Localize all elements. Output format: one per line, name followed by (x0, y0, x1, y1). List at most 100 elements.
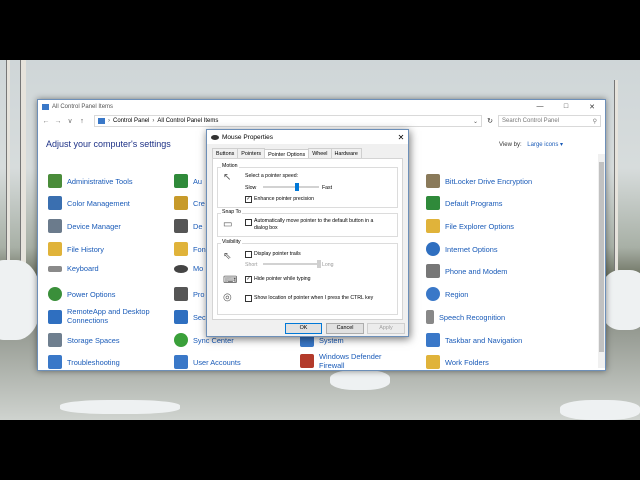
pointer-trails-label: Display pointer trails (254, 251, 301, 257)
pointer-speed-slider-thumb[interactable] (294, 183, 299, 191)
user-accounts-icon (174, 355, 188, 369)
item-devices[interactable]: De (174, 219, 202, 233)
pointer-trails-icon: ⇖ (223, 251, 232, 262)
search-placeholder: Search Control Panel (502, 118, 560, 124)
item-region[interactable]: Region (426, 287, 468, 301)
item-label: Sec (193, 312, 206, 322)
pointer-speed-label: Select a pointer speed: (245, 173, 299, 179)
item-troubleshooting[interactable]: Troubleshooting (48, 355, 120, 369)
region-icon (426, 287, 440, 301)
show-location-checkbox[interactable] (245, 295, 252, 302)
file-explorer-options-icon (426, 219, 440, 233)
item-label: Region (445, 289, 469, 299)
scrollbar-thumb[interactable] (599, 162, 604, 352)
item-administrative-tools[interactable]: Administrative Tools (48, 174, 133, 188)
snap-to-icon: ▭ (223, 219, 233, 230)
forward-button[interactable]: → (54, 118, 62, 125)
item-color-management[interactable]: Color Management (48, 196, 130, 210)
item-label: Windows Defender (319, 352, 382, 361)
address-bar-row: ← → ∨ ↑ › Control Panel › All Control Pa… (38, 114, 605, 128)
view-by-dropdown[interactable]: Large icons ▾ (527, 142, 563, 148)
item-label-wrap: Windows Defender Firewall (319, 352, 381, 370)
item-label: De (193, 221, 203, 231)
item-speech-recognition[interactable]: Speech Recognition (426, 310, 505, 324)
ok-button[interactable]: OK (285, 323, 322, 334)
item-remoteapp[interactable]: RemoteApp and Desktop Connections (48, 307, 150, 325)
item-autoplay[interactable]: Au (174, 174, 202, 188)
item-default-programs[interactable]: Default Programs (426, 196, 503, 210)
work-folders-icon (426, 355, 440, 369)
item-internet-options[interactable]: Internet Options (426, 242, 498, 256)
item-security[interactable]: Sec (174, 310, 206, 324)
breadcrumb-control-panel[interactable]: Control Panel (113, 118, 149, 124)
item-fonts[interactable]: Fon (174, 242, 206, 256)
search-input[interactable]: Search Control Panel ⚲ (498, 115, 601, 127)
hide-pointer-label: Hide pointer while typing (254, 276, 311, 282)
snow-patch (600, 270, 640, 330)
item-file-history[interactable]: File History (48, 242, 104, 256)
view-by: View by: Large icons ▾ (499, 141, 563, 148)
item-label: Keyboard (67, 264, 99, 273)
maximize-button[interactable]: □ (553, 103, 579, 111)
long-label: Long (322, 262, 334, 268)
item-storage-spaces[interactable]: Storage Spaces (48, 333, 120, 347)
dialog-title-bar: Mouse Properties ✕ (207, 130, 408, 144)
dialog-title: Mouse Properties (222, 133, 273, 141)
hide-pointer-icon: ⌨ (223, 275, 238, 286)
vertical-scrollbar[interactable] (598, 154, 605, 368)
minimize-button[interactable]: — (527, 103, 553, 111)
pointer-speed-slider[interactable] (263, 186, 319, 188)
item-label: File Explorer Options (445, 221, 515, 231)
view-by-label: View by: (499, 142, 522, 148)
enhance-precision-checkbox[interactable]: ✓ (245, 196, 252, 203)
snap-to-label: Automatically move pointer to the defaul… (254, 218, 374, 224)
snap-to-checkbox[interactable] (245, 219, 252, 226)
item-phone-and-modem[interactable]: Phone and Modem (426, 264, 507, 278)
item-power-options[interactable]: Power Options (48, 287, 115, 301)
troubleshooting-icon (48, 355, 62, 369)
item-work-folders[interactable]: Work Folders (426, 355, 489, 369)
internet-options-icon (426, 242, 440, 256)
close-button[interactable]: ✕ (579, 103, 605, 111)
back-button[interactable]: ← (42, 118, 50, 125)
mouse-icon (211, 134, 219, 140)
item-mouse[interactable]: Mo (174, 264, 203, 273)
credential-manager-icon (174, 196, 188, 210)
pointer-trails-slider-thumb[interactable] (317, 260, 321, 268)
pointer-trails-checkbox[interactable] (245, 251, 252, 258)
item-taskbar-and-navigation[interactable]: Taskbar and Navigation (426, 333, 522, 347)
address-dropdown-icon[interactable]: ⌄ (473, 118, 478, 125)
taskbar-icon (426, 333, 440, 347)
item-windows-defender-firewall[interactable]: Windows Defender Firewall (300, 352, 381, 370)
address-field[interactable]: › Control Panel › All Control Panel Item… (94, 115, 482, 127)
item-credential-manager[interactable]: Cre (174, 196, 205, 210)
hide-pointer-checkbox[interactable]: ✓ (245, 276, 252, 283)
item-label: Fon (193, 244, 206, 254)
fonts-icon (174, 242, 188, 256)
breadcrumb-separator: › (108, 118, 110, 124)
refresh-button[interactable]: ↻ (486, 117, 494, 125)
up-button[interactable]: ↑ (78, 118, 86, 125)
cancel-button[interactable]: Cancel (326, 323, 364, 334)
dialog-tabs: Buttons Pointers Pointer Options Wheel H… (207, 144, 408, 160)
item-user-accounts[interactable]: User Accounts (174, 355, 241, 369)
dialog-close-button[interactable]: ✕ (394, 133, 408, 142)
snow-patch (560, 400, 640, 420)
breadcrumb-all-items[interactable]: All Control Panel Items (157, 118, 218, 124)
window-title: All Control Panel Items (52, 104, 114, 110)
item-label: Troubleshooting (67, 357, 120, 367)
item-programs[interactable]: Pro (174, 287, 205, 301)
item-file-explorer-options[interactable]: File Explorer Options (426, 219, 514, 233)
keyboard-icon (48, 265, 62, 272)
pointer-trails-slider[interactable] (263, 263, 319, 265)
item-label: Storage Spaces (67, 335, 120, 345)
control-panel-icon (98, 118, 105, 124)
item-keyboard[interactable]: Keyboard (48, 264, 99, 273)
apply-button[interactable]: Apply (367, 323, 405, 334)
slow-label: Slow (245, 185, 257, 191)
birch-tree (6, 60, 10, 290)
recent-locations-button[interactable]: ∨ (66, 117, 74, 125)
item-device-manager[interactable]: Device Manager (48, 219, 121, 233)
item-bitlocker[interactable]: BitLocker Drive Encryption (426, 174, 532, 188)
default-programs-icon (426, 196, 440, 210)
